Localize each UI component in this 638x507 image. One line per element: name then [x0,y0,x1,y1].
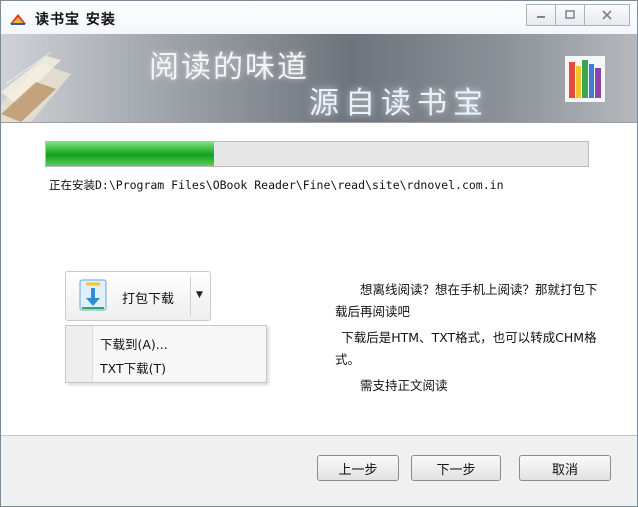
package-download-label: 打包下载 [122,292,175,307]
download-dropdown-menu: 下载到(A)... TXT下载(T) [65,325,267,383]
banner-line-1: 阅读的味道 [149,50,309,85]
package-download-icon [79,279,107,311]
install-progress-bar [45,141,589,167]
header-banner: 阅读的味道 源自读书宝 [1,34,637,123]
installer-window: 读书宝 安装 阅读的味道 源自读书宝 正在安装D:\Program Files\… [0,0,638,507]
content-area: 正在安装D:\Program Files\OBook Reader\Fine\r… [1,123,637,435]
app-icon [10,14,26,25]
menu-icon-strip [66,326,93,382]
window-controls [526,4,630,26]
info-paragraph-3: 需支持正文阅读 [360,378,448,393]
info-paragraph-2: 下载后是HTM、TXT格式，也可以转成CHM格式。 [335,330,597,367]
back-button[interactable]: 上一步 [317,455,399,481]
dropdown-arrow-icon[interactable]: ▼ [196,290,203,300]
package-download-button[interactable]: 打包下载 ▼ [65,271,211,321]
info-paragraph-1: 想离线阅读？想在手机上阅读？那就打包下载后再阅读吧 [335,282,598,319]
next-button[interactable]: 下一步 [411,455,501,481]
menu-item-txt-download[interactable]: TXT下载(T) [100,358,166,377]
menu-item-download-to[interactable]: 下载到(A)... [100,334,168,353]
info-text: 想离线阅读？想在手机上阅读？那就打包下载后再阅读吧 下载后是HTM、TXT格式，… [335,279,607,401]
footer-button-bar: 上一步 下一步 取消 [1,435,637,506]
window-title: 读书宝 安装 [35,12,116,28]
maximize-icon[interactable] [556,4,585,26]
install-status-text: 正在安装D:\Program Files\OBook Reader\Fine\r… [49,178,504,192]
bookshelf-logo-icon [565,56,605,102]
minimize-icon[interactable] [526,4,556,26]
cancel-button[interactable]: 取消 [519,455,611,481]
close-icon[interactable] [585,4,630,26]
title-bar[interactable]: 读书宝 安装 [1,1,637,34]
button-separator [190,276,191,316]
open-book-icon [1,51,71,122]
banner-line-2: 源自读书宝 [309,86,489,121]
progress-fill [46,142,215,166]
